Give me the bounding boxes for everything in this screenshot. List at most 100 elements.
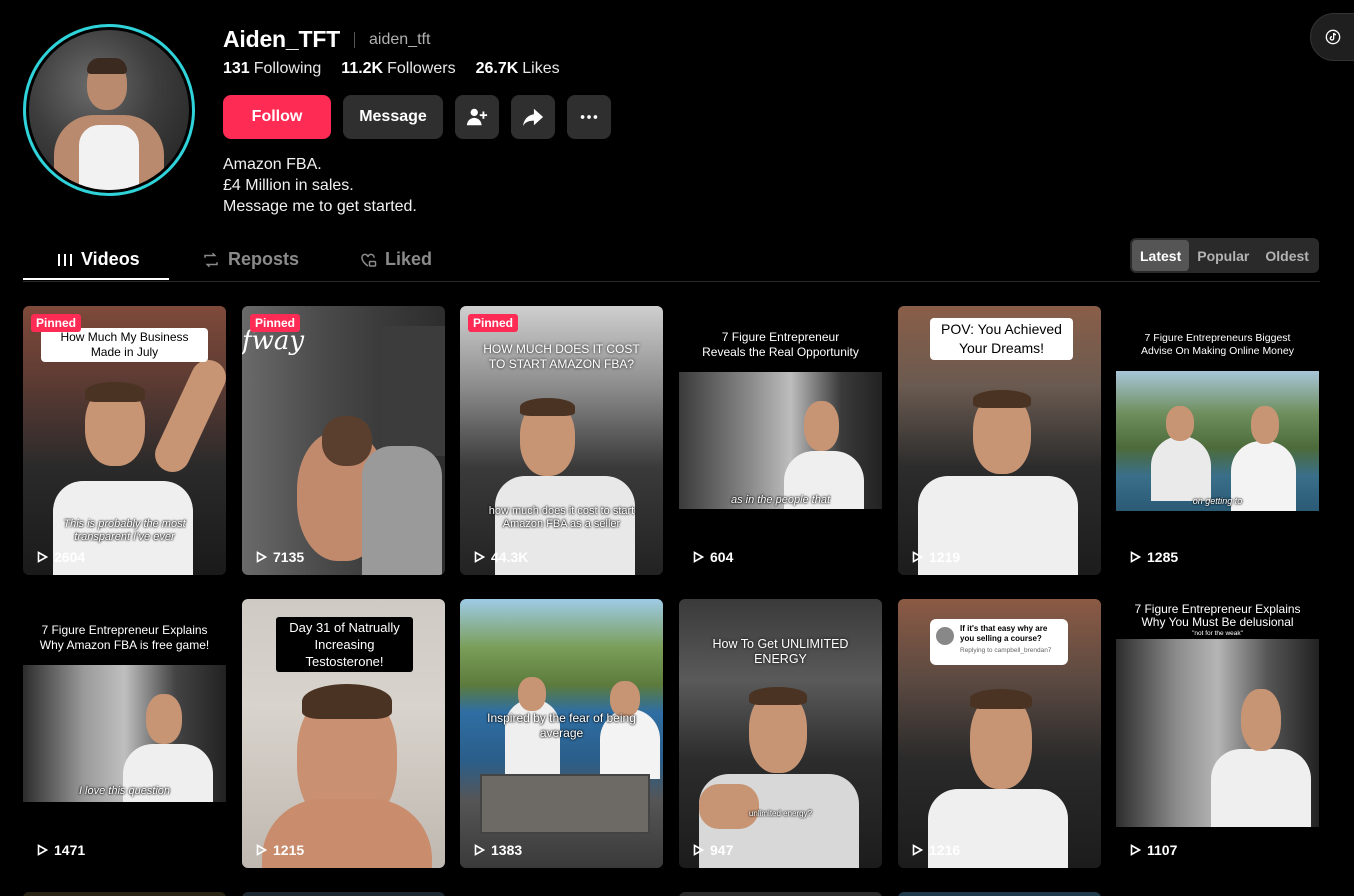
- view-count: 1219: [912, 549, 960, 565]
- following-stat[interactable]: 131 Following: [223, 60, 321, 78]
- video-card[interactable]: Inspired by the fear of being average 13…: [460, 599, 663, 868]
- pinned-badge: Pinned: [31, 314, 82, 332]
- view-count-value: 947: [710, 842, 734, 858]
- view-count-value: 1471: [54, 842, 86, 858]
- sort-toggle: Latest Popular Oldest: [1130, 238, 1319, 273]
- video-card[interactable]: 7 Figure Entrepreneur Explains Why You M…: [1116, 599, 1319, 868]
- more-button[interactable]: [567, 95, 611, 139]
- video-caption: HOW MUCH DOES IT COST TO START AMAZON FB…: [483, 342, 640, 371]
- view-count: 1285: [1130, 549, 1178, 565]
- view-count-value: 1215: [273, 842, 305, 858]
- play-icon: [912, 844, 923, 856]
- video-card[interactable]: If it's that easy why are you selling a …: [898, 599, 1101, 868]
- bio: Amazon FBA. £4 Million in sales. Message…: [223, 154, 417, 217]
- video-card[interactable]: [242, 892, 445, 896]
- video-subtitle: unlimited energy?: [748, 809, 813, 818]
- video-card[interactable]: fway Pinned 7135: [242, 306, 445, 575]
- play-icon: [912, 551, 923, 563]
- video-subtitle: I love this question: [78, 785, 171, 797]
- heart-lock-icon: [361, 253, 377, 267]
- profile-header: Aiden_TFT aiden_tft 131 Following 11.2K Fo…: [0, 0, 1354, 230]
- view-count-value: 1285: [1147, 549, 1179, 565]
- pinned-badge: Pinned: [250, 314, 301, 332]
- likes-count: 26.7K: [475, 60, 519, 77]
- grid-icon: [58, 253, 72, 266]
- view-count-value: 1383: [491, 842, 523, 858]
- video-card[interactable]: Day 31 of Natrually Increasing Testoster…: [242, 599, 445, 868]
- view-count-value: 44.3K: [491, 549, 529, 565]
- reply-title: If it's that easy why are you selling a …: [960, 624, 1048, 643]
- play-icon: [474, 844, 485, 856]
- play-icon: [1130, 844, 1141, 856]
- play-icon: [693, 844, 704, 856]
- share-button[interactable]: [511, 95, 555, 139]
- message-button[interactable]: Message: [343, 95, 443, 139]
- bio-line: Message me to get started.: [223, 198, 417, 215]
- tab-videos[interactable]: Videos: [57, 238, 140, 281]
- name-row: Aiden_TFT aiden_tft: [223, 26, 430, 53]
- video-card[interactable]: 7 Figure Entrepreneur Reveals the Real O…: [679, 306, 882, 575]
- view-count: 1216: [912, 842, 960, 858]
- view-count-value: 1219: [929, 549, 961, 565]
- video-card[interactable]: How To Get UNLIMITED ENERGY unlimited en…: [679, 599, 882, 868]
- tab-label: Reposts: [228, 249, 300, 269]
- video-card[interactable]: 7 Figure Entrepreneurs Biggest Advise On…: [1116, 306, 1319, 575]
- view-count-value: 2604: [54, 549, 86, 565]
- video-subtitle: as in the people that: [730, 494, 831, 506]
- name-divider: [354, 31, 356, 48]
- sort-popular[interactable]: Popular: [1189, 240, 1257, 271]
- view-count-value: 604: [710, 549, 734, 565]
- view-count: 604: [693, 549, 733, 565]
- video-card[interactable]: POV: You Achieved Your Dreams! 1219: [898, 306, 1101, 575]
- view-count: 947: [693, 842, 733, 858]
- view-count: 7135: [256, 549, 304, 565]
- view-count: 44.3K: [474, 549, 528, 565]
- display-name: Aiden_TFT: [223, 26, 341, 52]
- video-subtitle: how much does it cost to start Amazon FB…: [488, 505, 635, 530]
- video-caption: How To Get UNLIMITED ENERGY: [712, 637, 849, 666]
- play-icon: [37, 551, 48, 563]
- play-icon: [474, 551, 485, 563]
- bio-line: Amazon FBA.: [223, 156, 322, 173]
- video-caption: Day 31 of Natrually Increasing Testoster…: [276, 617, 413, 672]
- play-icon: [1130, 551, 1141, 563]
- sort-oldest[interactable]: Oldest: [1257, 240, 1317, 271]
- video-card[interactable]: Pinned How Much My Business Made in July…: [23, 306, 226, 575]
- tab-label: Videos: [81, 249, 140, 269]
- video-subtitle: on getting to: [1192, 496, 1243, 506]
- view-count: 1215: [256, 842, 304, 858]
- view-count: 2604: [37, 549, 85, 565]
- view-count: 1471: [37, 842, 85, 858]
- followers-stat[interactable]: 11.2K Followers: [341, 60, 455, 78]
- more-dots-icon: [580, 115, 598, 119]
- view-count-value: 7135: [273, 549, 305, 565]
- video-card[interactable]: [23, 892, 226, 896]
- video-caption: POV: You Achieved Your Dreams!: [930, 318, 1073, 360]
- view-count-value: 1107: [1147, 842, 1178, 858]
- video-card[interactable]: Pinned HOW MUCH DOES IT COST TO START AM…: [460, 306, 663, 575]
- tiktok-corner-button[interactable]: [1310, 13, 1354, 61]
- reply-sub: Replying to campbell_brendan7: [960, 647, 1052, 654]
- video-card[interactable]: 7 Figure Entrepreneur Explains Why Amazo…: [23, 599, 226, 868]
- sort-latest[interactable]: Latest: [1132, 240, 1190, 271]
- likes-stat: 26.7K Likes: [476, 60, 560, 78]
- avatar[interactable]: [23, 24, 195, 196]
- video-caption: 7 Figure Entrepreneur Reveals the Real O…: [702, 330, 859, 359]
- tab-liked[interactable]: Liked: [359, 238, 432, 281]
- pinned-badge: Pinned: [468, 314, 519, 332]
- tab-reposts[interactable]: Reposts: [202, 238, 299, 281]
- video-card[interactable]: [898, 892, 1101, 896]
- play-icon: [693, 551, 704, 563]
- video-caption: Inspired by the fear of being average: [487, 711, 636, 740]
- tiktok-logo-icon: [1325, 29, 1341, 45]
- followers-count: 11.2K: [341, 60, 384, 77]
- profile-stats: 131 Following 11.2K Followers 26.7K Likes: [223, 60, 560, 78]
- repost-icon: [204, 252, 218, 267]
- add-friend-button[interactable]: [455, 95, 499, 139]
- video-card[interactable]: [679, 892, 882, 896]
- content-tabs: Videos Reposts Liked: [23, 238, 1320, 282]
- view-count-value: 1216: [929, 842, 961, 858]
- profile-actions: Follow Message: [223, 95, 611, 139]
- follow-button[interactable]: Follow: [223, 95, 331, 139]
- video-caption: How Much My Business Made in July: [41, 328, 208, 362]
